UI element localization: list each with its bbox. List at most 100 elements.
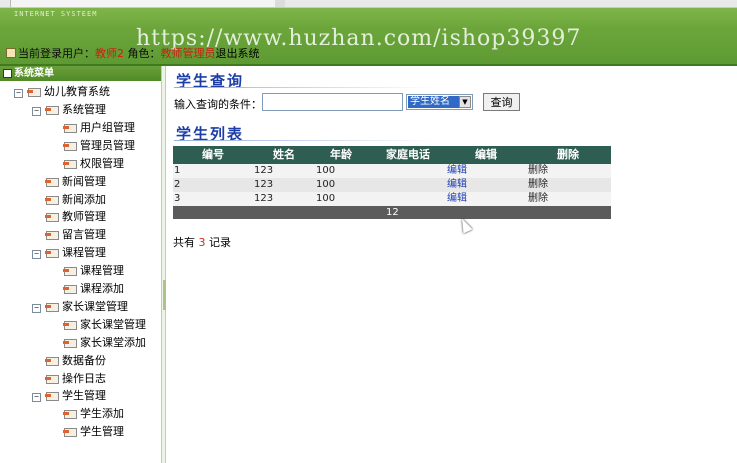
sidebar-item[interactable]: 数据备份	[45, 352, 106, 369]
user-icon	[6, 48, 16, 58]
pane-splitter[interactable]	[161, 66, 166, 463]
folder-icon	[63, 426, 77, 438]
sidebar-item[interactable]: 留言管理	[45, 226, 106, 243]
folder-icon	[27, 86, 41, 97]
folder-icon	[45, 355, 59, 366]
folder-icon	[45, 176, 59, 187]
sidebar-item-label: 新闻添加	[62, 192, 106, 206]
menu-icon	[3, 69, 12, 78]
table-row: 3 123 100 编辑 删除	[173, 192, 611, 206]
sidebar-item-label: 管理员管理	[80, 138, 135, 152]
sidebar-item[interactable]: − 家长课堂管理	[32, 298, 128, 315]
mouse-cursor	[457, 216, 473, 234]
sidebar-item-label: 学生管理	[80, 425, 124, 439]
sidebar-item[interactable]: − 课程管理	[32, 244, 106, 261]
sidebar-item[interactable]: 用户组管理	[63, 119, 135, 136]
col-delete: 删除	[557, 148, 579, 161]
cell-id: 2	[174, 179, 181, 190]
sidebar-item-label: 系统管理	[62, 103, 106, 116]
delete-link[interactable]: 删除	[528, 178, 548, 192]
sidebar-item-label: 新闻管理	[62, 174, 106, 188]
sidebar-item[interactable]: − 学生管理	[32, 387, 106, 404]
cell-id: 1	[174, 165, 181, 176]
tree-root-label: 幼儿教育系统	[44, 85, 110, 98]
search-input[interactable]	[262, 93, 403, 111]
sidebar-item[interactable]: 家长课堂管理	[63, 316, 146, 333]
folder-icon	[45, 301, 59, 312]
sidebar-item-label: 教师管理	[62, 210, 106, 224]
sidebar-item[interactable]: 操作日志	[45, 370, 106, 387]
cell-age: 100	[316, 165, 336, 176]
folder-icon	[63, 319, 77, 330]
cell-age: 100	[316, 179, 336, 190]
total-count: 3	[198, 236, 206, 249]
col-edit: 编辑	[475, 148, 497, 161]
folder-icon	[63, 140, 77, 151]
cell-name: 123	[254, 165, 274, 176]
sidebar-item[interactable]: 教师管理	[45, 208, 106, 225]
collapse-icon[interactable]: −	[32, 303, 41, 313]
folder-icon	[63, 408, 77, 420]
chevron-down-icon[interactable]: ▼	[459, 96, 471, 108]
edit-link[interactable]: 编辑	[447, 192, 467, 206]
edit-link[interactable]: 编辑	[447, 178, 467, 192]
sidebar-title: 系统菜单	[0, 66, 162, 81]
total-records: 共有 3 记录	[173, 234, 231, 250]
collapse-icon[interactable]: −	[14, 89, 23, 98]
cell-age: 100	[316, 193, 336, 204]
sidebar-item-label: 家长课堂管理	[80, 317, 146, 331]
sidebar-item[interactable]: 学生添加	[63, 405, 124, 422]
sidebar-item[interactable]: 新闻管理	[45, 173, 106, 190]
app-header: INTERNET SYSTEEM https://www.huzhan.com/…	[0, 8, 737, 66]
sidebar-item[interactable]: 管理员管理	[63, 137, 135, 154]
browser-tab[interactable]	[10, 0, 276, 7]
query-title-underline	[174, 87, 434, 88]
system-caption: INTERNET SYSTEEM	[14, 10, 98, 18]
sidebar-item-label: 课程管理	[62, 246, 106, 260]
splitter-grip[interactable]	[163, 280, 166, 310]
field-select[interactable]: 学生姓名 ▼	[406, 94, 473, 110]
collapse-icon[interactable]: −	[32, 250, 41, 260]
folder-icon	[63, 337, 77, 348]
sidebar-item[interactable]: 课程添加	[63, 280, 124, 297]
edit-link[interactable]: 编辑	[447, 164, 467, 178]
delete-link[interactable]: 删除	[528, 192, 548, 206]
total-suffix: 记录	[209, 236, 231, 249]
pager-pages[interactable]: 12	[386, 206, 399, 219]
total-prefix: 共有	[173, 236, 195, 249]
sidebar-item-label: 家长课堂管理	[62, 299, 128, 313]
role: 教师管理员	[160, 47, 216, 60]
logout-link[interactable]: 退出系统	[216, 47, 260, 60]
col-name: 姓名	[273, 148, 295, 161]
sidebar-item[interactable]: 权限管理	[63, 155, 124, 172]
folder-icon	[45, 211, 59, 223]
sidebar-item[interactable]: 课程管理	[63, 262, 124, 279]
col-id: 编号	[202, 148, 224, 161]
user-bar: 当前登录用户：教师2 角色：教师管理员退出系统	[6, 45, 260, 61]
scroll-handle[interactable]	[275, 0, 285, 7]
sidebar-item[interactable]: 学生管理	[63, 423, 124, 440]
folder-icon	[45, 247, 59, 259]
folder-icon	[45, 390, 59, 402]
collapse-icon[interactable]: −	[32, 393, 41, 403]
folder-icon	[63, 122, 77, 133]
table-row: 2 123 100 编辑 删除	[173, 178, 611, 192]
sidebar-item[interactable]: 家长课堂添加	[63, 334, 146, 351]
delete-link[interactable]: 删除	[528, 164, 548, 178]
folder-icon	[63, 265, 77, 277]
field-select-value: 学生姓名	[408, 96, 459, 108]
pager: 12	[173, 206, 611, 219]
folder-icon	[45, 104, 59, 115]
query-button[interactable]: 查询	[483, 93, 520, 111]
collapse-icon[interactable]: −	[32, 107, 41, 116]
query-label: 输入查询的条件：	[174, 98, 262, 111]
folder-icon	[45, 373, 59, 384]
list-title-underline	[174, 140, 434, 141]
col-phone: 家庭电话	[386, 148, 430, 161]
sidebar-item[interactable]: 新闻添加	[45, 191, 106, 208]
sidebar-item-label: 用户组管理	[80, 120, 135, 134]
sidebar-item-label: 学生管理	[62, 389, 106, 403]
tree-root[interactable]: − 幼儿教育系统	[14, 83, 110, 100]
sidebar-item[interactable]: − 系统管理	[32, 101, 106, 118]
sidebar-item-label: 权限管理	[80, 156, 124, 170]
